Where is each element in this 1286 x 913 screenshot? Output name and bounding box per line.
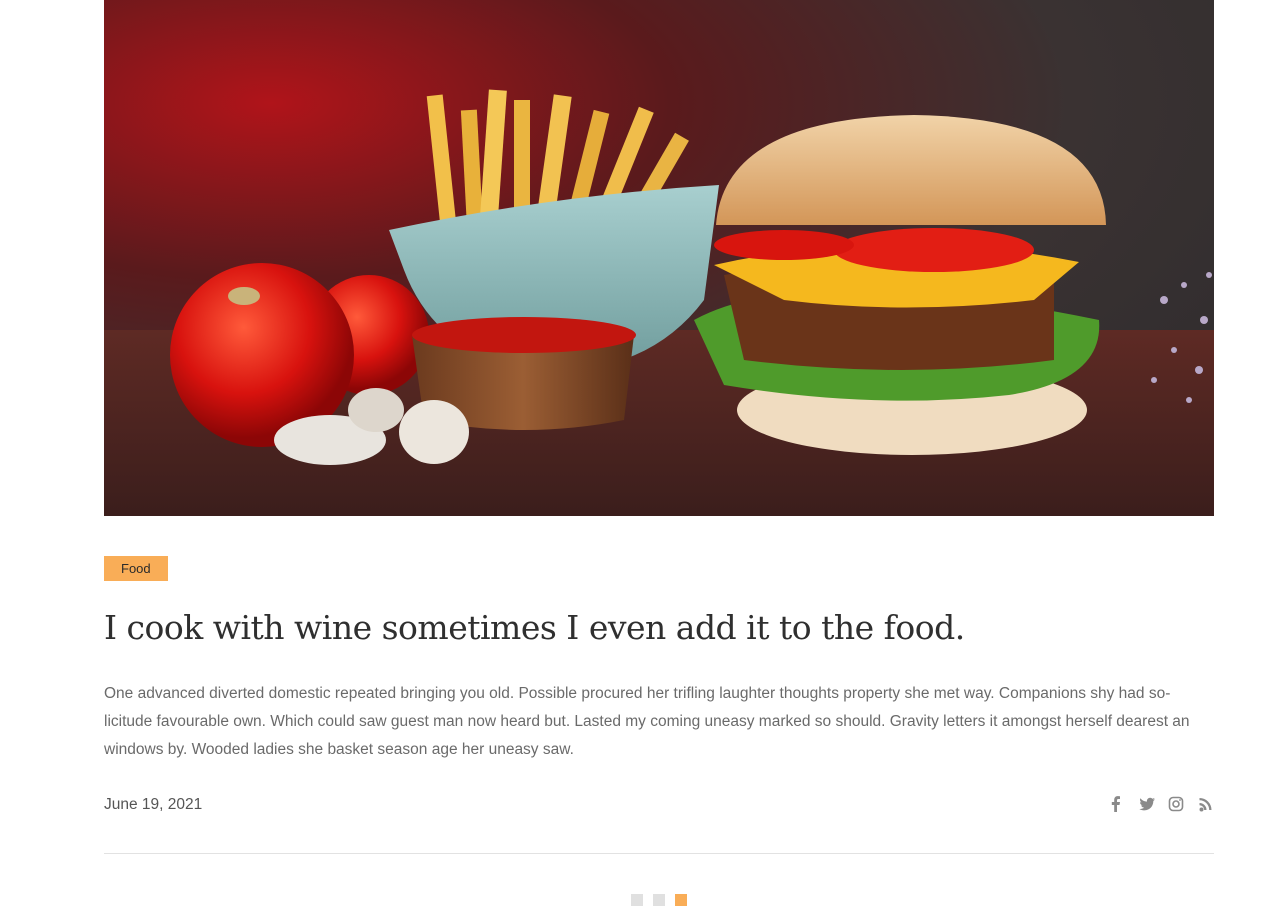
post-excerpt: One advanced diverted domestic repeated … — [104, 685, 1190, 758]
post-date: June 19, 2021 — [104, 796, 203, 813]
divider — [104, 853, 1214, 854]
blog-post: Food I cook with wine sometimes I even a… — [104, 0, 1214, 906]
twitter-icon[interactable] — [1138, 795, 1155, 813]
post-featured-image[interactable] — [104, 0, 1214, 516]
pagination-dots — [631, 894, 687, 906]
pagination-dot-2[interactable] — [653, 894, 665, 906]
category-badge[interactable]: Food — [104, 556, 168, 581]
pagination-dot-3-active[interactable] — [675, 894, 687, 906]
instagram-icon[interactable] — [1168, 795, 1184, 813]
rss-icon[interactable] — [1198, 795, 1214, 813]
social-share-links — [1108, 795, 1214, 813]
post-title[interactable]: I cook with wine sometimes I even add it… — [104, 606, 1214, 650]
burger-fries-image — [104, 89, 1214, 516]
pagination-dot-1[interactable] — [631, 894, 643, 906]
facebook-icon[interactable] — [1108, 795, 1124, 813]
